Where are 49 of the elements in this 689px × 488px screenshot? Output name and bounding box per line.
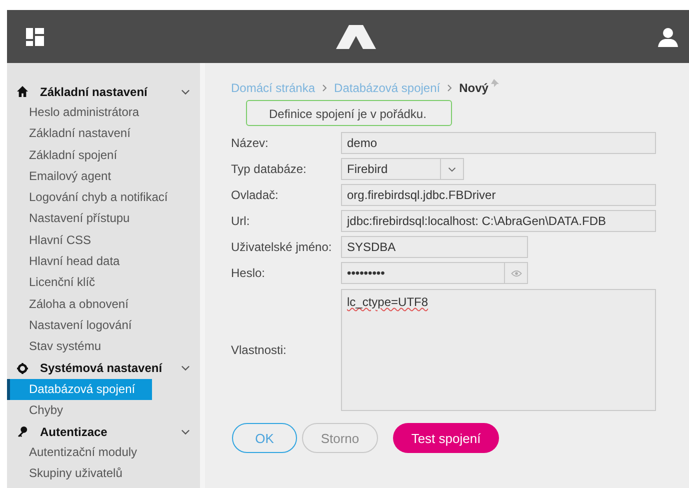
- field-label: Uživatelské jméno:: [231, 240, 333, 254]
- field-label: Typ databáze:: [231, 162, 308, 176]
- success-message: Definice spojení je v pořádku.: [246, 100, 452, 126]
- text-field[interactable]: org.firebirdsql.jdbc.FBDriver: [341, 184, 656, 206]
- sidebar-item[interactable]: Skupiny uživatelů: [7, 463, 200, 485]
- field-label: Název:: [231, 136, 270, 150]
- sidebar-item[interactable]: Autentizační moduly: [7, 442, 200, 464]
- sidebar-item[interactable]: Záloha a obnovení: [7, 294, 200, 315]
- text-field[interactable]: demo: [341, 132, 656, 154]
- sidebar-section-title[interactable]: Autentizace: [40, 424, 181, 439]
- sidebar-item[interactable]: Licenční klíč: [7, 272, 200, 294]
- sidebar-section-title[interactable]: Systémová nastavení: [40, 361, 181, 376]
- sidebar-item[interactable]: Databázová spojení: [7, 378, 152, 400]
- chevron-icon: [448, 166, 456, 172]
- field-label: Heslo:: [231, 266, 266, 280]
- sidebar-item[interactable]: Nastavení logování: [7, 314, 200, 336]
- chevron-right-icon: [322, 84, 328, 92]
- field-label: Ovladač:: [231, 188, 280, 202]
- sidebar-item[interactable]: Stav systému: [7, 336, 200, 358]
- home-icon: [17, 86, 28, 97]
- sidebar-section-title[interactable]: Základní nastavení: [40, 84, 181, 98]
- properties-textarea[interactable]: lc_ctype=UTF8: [341, 289, 656, 411]
- sidebar-item[interactable]: Nastavení přístupu: [7, 208, 200, 230]
- sidebar-item[interactable]: Hlavní CSS: [7, 230, 200, 252]
- field-label: Url:: [231, 214, 251, 228]
- text-field[interactable]: jdbc:firebirdsql:localhost: C:\AbraGen\DATA.FDB: [341, 210, 656, 232]
- breadcrumb-current: Nový: [459, 81, 488, 95]
- text-field[interactable]: SYSDBA: [341, 236, 528, 258]
- field-label: Vlastnosti:: [231, 343, 288, 357]
- cancel-button[interactable]: Storno: [302, 423, 378, 453]
- chevron-right-icon: [447, 84, 452, 92]
- logo-icon[interactable]: [336, 24, 376, 48]
- user-icon[interactable]: [658, 26, 678, 46]
- sidebar-item[interactable]: Chyby: [7, 400, 200, 422]
- chevron-icon[interactable]: [181, 365, 190, 372]
- gear-icon: [17, 362, 28, 374]
- sidebar-item[interactable]: Heslo administrátora: [7, 102, 200, 124]
- chevron-icon[interactable]: [181, 428, 190, 435]
- sidebar-item[interactable]: Logování chyb a notifikací: [7, 187, 200, 208]
- sidebar-item[interactable]: Základní spojení: [7, 144, 200, 166]
- sidebar-item[interactable]: Emailový agent: [7, 166, 200, 188]
- password-field[interactable]: •••••••••: [341, 262, 528, 284]
- key-icon: [17, 426, 28, 438]
- sidebar-item[interactable]: Hlavní head data: [7, 251, 200, 272]
- dashboard-icon[interactable]: [26, 28, 44, 46]
- sidebar-item[interactable]: Základní nastavení: [7, 123, 200, 145]
- test-connection-button[interactable]: Test spojení: [393, 423, 499, 453]
- database-type-dropdown[interactable]: Firebird: [341, 158, 464, 180]
- chevron-icon[interactable]: [181, 88, 190, 94]
